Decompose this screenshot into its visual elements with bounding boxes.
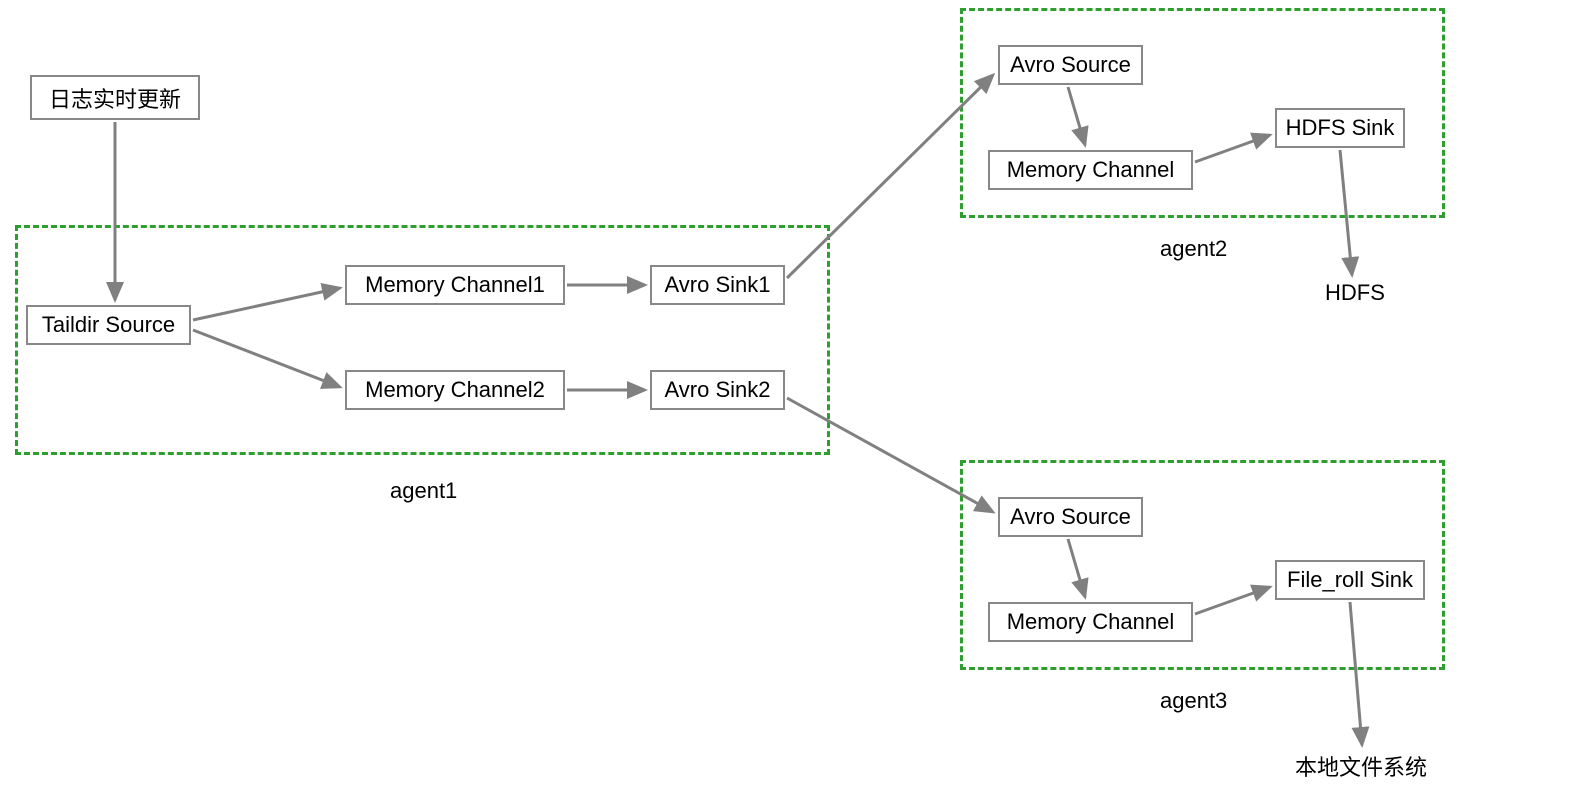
avro-sink1-box: Avro Sink1 <box>650 265 785 305</box>
memory-channel1-box: Memory Channel1 <box>345 265 565 305</box>
memory-channel2-box: Memory Channel2 <box>345 370 565 410</box>
agent3-label: agent3 <box>1160 688 1227 714</box>
agent2-label: agent2 <box>1160 236 1227 262</box>
avro-sink2-box: Avro Sink2 <box>650 370 785 410</box>
hdfs-sink-box: HDFS Sink <box>1275 108 1405 148</box>
diagram-canvas: agent1 agent2 agent3 日志实时更新 Taildir Sour… <box>0 0 1582 804</box>
hdfs-label: HDFS <box>1325 280 1385 306</box>
realtime-log-box: 日志实时更新 <box>30 75 200 120</box>
agent1-label: agent1 <box>390 478 457 504</box>
local-fs-label: 本地文件系统 <box>1295 750 1427 782</box>
agent2-avro-source-box: Avro Source <box>998 45 1143 85</box>
agent2-memory-channel-box: Memory Channel <box>988 150 1193 190</box>
taildir-source-box: Taildir Source <box>26 305 191 345</box>
agent3-memory-channel-box: Memory Channel <box>988 602 1193 642</box>
file-roll-sink-box: File_roll Sink <box>1275 560 1425 600</box>
agent3-avro-source-box: Avro Source <box>998 497 1143 537</box>
